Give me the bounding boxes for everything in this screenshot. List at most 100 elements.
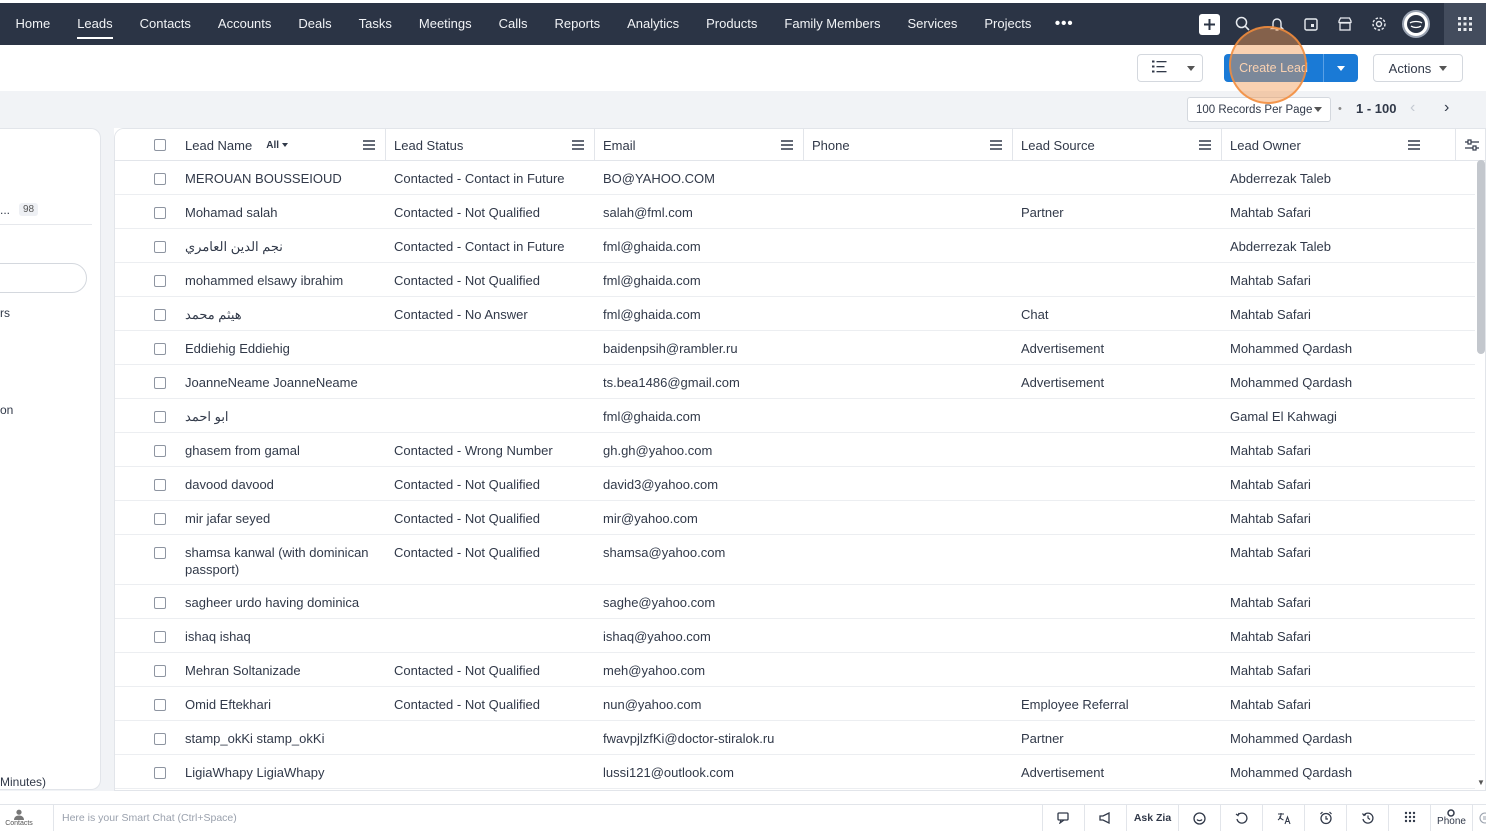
row-checkbox[interactable] <box>154 343 166 355</box>
cell-name[interactable]: MEROUAN BOUSSEIOUD <box>185 171 342 186</box>
column-menu-icon[interactable] <box>1199 129 1211 161</box>
cell-name[interactable]: Mohamad salah <box>185 205 278 220</box>
marketplace-icon[interactable] <box>1328 3 1362 45</box>
table-row[interactable]: نجم الدين العامري Contacted - Contact in … <box>115 229 1475 263</box>
cell-name[interactable]: هيثم محمد <box>185 307 242 323</box>
table-row[interactable]: sagheer urdo having dominica saghe@yahoo.… <box>115 585 1475 619</box>
cell-email[interactable]: baidenpsih@rambler.ru <box>603 341 738 356</box>
column-menu-icon[interactable] <box>1408 129 1420 161</box>
cell-name[interactable]: mir jafar seyed <box>185 511 270 526</box>
calendar-icon[interactable] <box>1294 3 1328 45</box>
phone-button[interactable]: Phone <box>1430 805 1472 831</box>
cell-name[interactable]: ابو احمد <box>185 409 229 425</box>
view-switcher-button[interactable] <box>1137 54 1203 82</box>
create-lead-dropdown[interactable] <box>1324 65 1358 71</box>
row-checkbox[interactable] <box>154 631 166 643</box>
row-checkbox[interactable] <box>154 377 166 389</box>
previous-page-icon[interactable]: ‹ <box>1410 99 1415 117</box>
table-row[interactable]: mohammed elsawy ibrahim Contacted - Not Q… <box>115 263 1475 297</box>
row-checkbox[interactable] <box>154 411 166 423</box>
column-settings-icon[interactable] <box>1465 129 1479 161</box>
column-header-phone[interactable]: Phone <box>812 129 850 161</box>
apps-grid-icon[interactable] <box>1444 3 1486 45</box>
nav-tab-family-members[interactable]: Family Members <box>771 3 894 45</box>
cell-email[interactable]: ts.bea1486@gmail.com <box>603 375 740 390</box>
row-checkbox[interactable] <box>154 513 166 525</box>
cell-email[interactable]: david3@yahoo.com <box>603 477 718 492</box>
cell-email[interactable]: ishaq@yahoo.com <box>603 629 711 644</box>
column-header-lead-source[interactable]: Lead Source <box>1021 129 1095 161</box>
cell-email[interactable]: nun@yahoo.com <box>603 697 701 712</box>
dialpad-icon[interactable] <box>1388 805 1430 831</box>
ask-zia-button[interactable]: Ask Zia <box>1126 805 1178 831</box>
cell-email[interactable]: fml@ghaida.com <box>603 307 701 322</box>
nav-tab-services[interactable]: Services <box>894 3 971 45</box>
all-filter-dropdown[interactable]: All <box>266 140 288 151</box>
row-checkbox[interactable] <box>154 309 166 321</box>
nav-tab-deals[interactable]: Deals <box>285 3 345 45</box>
nav-tab-meetings[interactable]: Meetings <box>405 3 485 45</box>
table-row[interactable]: JoanneNeame JoanneNeame ts.bea1486@gmail.… <box>115 365 1475 399</box>
cell-email[interactable]: salah@fml.com <box>603 205 693 220</box>
table-row[interactable]: Omid Eftekhari Contacted - Not Qualified n… <box>115 687 1475 721</box>
table-row[interactable]: MEROUAN BOUSSEIOUD Contacted - Contact in… <box>115 161 1475 195</box>
nav-tab-leads[interactable]: Leads <box>64 3 126 45</box>
cell-email[interactable]: fml@ghaida.com <box>603 273 701 288</box>
search-icon[interactable] <box>1226 3 1260 45</box>
column-header-lead-owner[interactable]: Lead Owner <box>1230 129 1301 161</box>
table-row[interactable]: LigiaWhapy LigiaWhapy lussi121@outlook.co… <box>115 755 1475 789</box>
column-menu-icon[interactable] <box>781 129 793 161</box>
scrollbar-thumb[interactable] <box>1477 160 1485 354</box>
table-row[interactable]: هيثم محمد Contacted - No Answer fml@ghaida… <box>115 297 1475 331</box>
bell-icon[interactable] <box>1260 3 1294 45</box>
row-checkbox[interactable] <box>154 547 166 559</box>
column-header-email[interactable]: Email <box>603 129 636 161</box>
table-row[interactable]: Eddiehig Eddiehig baidenpsih@rambler.ru Ad… <box>115 331 1475 365</box>
scroll-down-icon[interactable]: ▼ <box>1477 778 1485 787</box>
table-row[interactable]: mir jafar seyed Contacted - Not Qualified… <box>115 501 1475 535</box>
row-checkbox[interactable] <box>154 597 166 609</box>
plus-icon[interactable] <box>1192 3 1226 45</box>
table-row[interactable]: stamp_okKi stamp_okKi fwavpjlzfKi@doctor-… <box>115 721 1475 755</box>
filter-item-truncated[interactable]: ... <box>0 203 10 217</box>
actions-button[interactable]: Actions <box>1373 54 1463 82</box>
select-all-checkbox[interactable] <box>154 139 166 151</box>
row-checkbox[interactable] <box>154 445 166 457</box>
row-checkbox[interactable] <box>154 767 166 779</box>
cell-name[interactable]: LigiaWhapy LigiaWhapy <box>185 765 324 780</box>
nav-tab-calls[interactable]: Calls <box>485 3 541 45</box>
cell-email[interactable]: meh@yahoo.com <box>603 663 705 678</box>
more-tabs-button[interactable]: ••• <box>1045 3 1084 45</box>
filter-item-truncated-2[interactable]: on <box>0 403 13 417</box>
records-per-page-select[interactable]: 100 Records Per Page <box>1187 97 1331 122</box>
table-scrollbar[interactable]: ▼ <box>1476 160 1486 791</box>
nav-tab-analytics[interactable]: Analytics <box>614 3 693 45</box>
contacts-shortcut[interactable]: Contacts <box>0 809 38 827</box>
alarm-icon[interactable] <box>1304 805 1346 831</box>
cell-name[interactable]: shamsa kanwal (with dominican passport) <box>185 544 385 578</box>
recent-icon[interactable] <box>1346 805 1388 831</box>
cell-email[interactable]: saghe@yahoo.com <box>603 595 715 610</box>
column-header-lead-status[interactable]: Lead Status <box>394 129 463 161</box>
chat-icon[interactable] <box>1042 805 1084 831</box>
cell-name[interactable]: ghasem from gamal <box>185 443 300 458</box>
filter-item-truncated-3[interactable]: Minutes) <box>0 775 46 789</box>
cell-email[interactable]: fwavpjlzfKi@doctor-stiralok.ru <box>603 731 774 746</box>
row-checkbox[interactable] <box>154 275 166 287</box>
row-checkbox[interactable] <box>154 733 166 745</box>
nav-tab-products[interactable]: Products <box>693 3 771 45</box>
smart-chat-input[interactable]: Here is your Smart Chat (Ctrl+Space) <box>53 805 237 831</box>
table-row[interactable]: shamsa kanwal (with dominican passport) C… <box>115 535 1475 585</box>
table-row[interactable]: davood davood Contacted - Not Qualified da… <box>115 467 1475 501</box>
nav-tab-reports[interactable]: Reports <box>541 3 614 45</box>
translate-icon[interactable] <box>1262 805 1304 831</box>
row-checkbox[interactable] <box>154 173 166 185</box>
feedback-icon[interactable] <box>1178 805 1220 831</box>
nav-tab-accounts[interactable]: Accounts <box>204 3 284 45</box>
row-checkbox[interactable] <box>154 665 166 677</box>
cell-email[interactable]: gh.gh@yahoo.com <box>603 443 712 458</box>
announcement-icon[interactable] <box>1084 805 1126 831</box>
next-page-icon[interactable]: › <box>1444 99 1449 117</box>
cell-email[interactable]: lussi121@outlook.com <box>603 765 734 780</box>
nav-tab-contacts[interactable]: Contacts <box>126 3 204 45</box>
